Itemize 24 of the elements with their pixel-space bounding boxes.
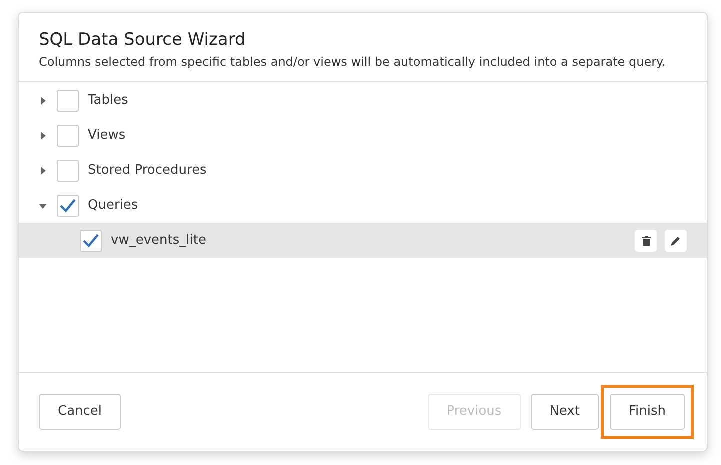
trash-icon (642, 236, 650, 246)
tree-item-label: vw_events_lite (111, 232, 206, 250)
checkbox[interactable] (80, 230, 102, 252)
collapse-arrow-icon[interactable] (39, 202, 47, 210)
footer-button[interactable]: Finish (610, 394, 685, 430)
footer-button[interactable]: Next (530, 394, 599, 430)
checkbox[interactable] (57, 194, 79, 216)
tree-item-label: Views (88, 126, 126, 145)
dialog-description: Columns selected from specific tables and/or views will be automatically included into a separate query. (39, 54, 667, 71)
selected-row[interactable]: vw_events_lite (19, 223, 707, 258)
tree-item-label: Stored Procedures (88, 162, 207, 180)
checkbox[interactable] (57, 124, 79, 146)
footer-button[interactable]: Cancel (39, 394, 122, 430)
expand-arrow-icon[interactable] (39, 96, 47, 104)
checkbox[interactable] (57, 90, 79, 112)
expand-arrow-icon[interactable] (39, 166, 47, 174)
tree-item-label: Queries (88, 196, 138, 215)
dialog-title: SQL Data Source Wizard (39, 29, 247, 51)
delete-button[interactable] (635, 230, 657, 252)
checkbox[interactable] (57, 160, 79, 182)
pencil-icon (671, 236, 681, 246)
edit-button[interactable] (665, 230, 687, 252)
tree-item-label: Tables (88, 92, 128, 110)
expand-arrow-icon[interactable] (39, 132, 47, 140)
